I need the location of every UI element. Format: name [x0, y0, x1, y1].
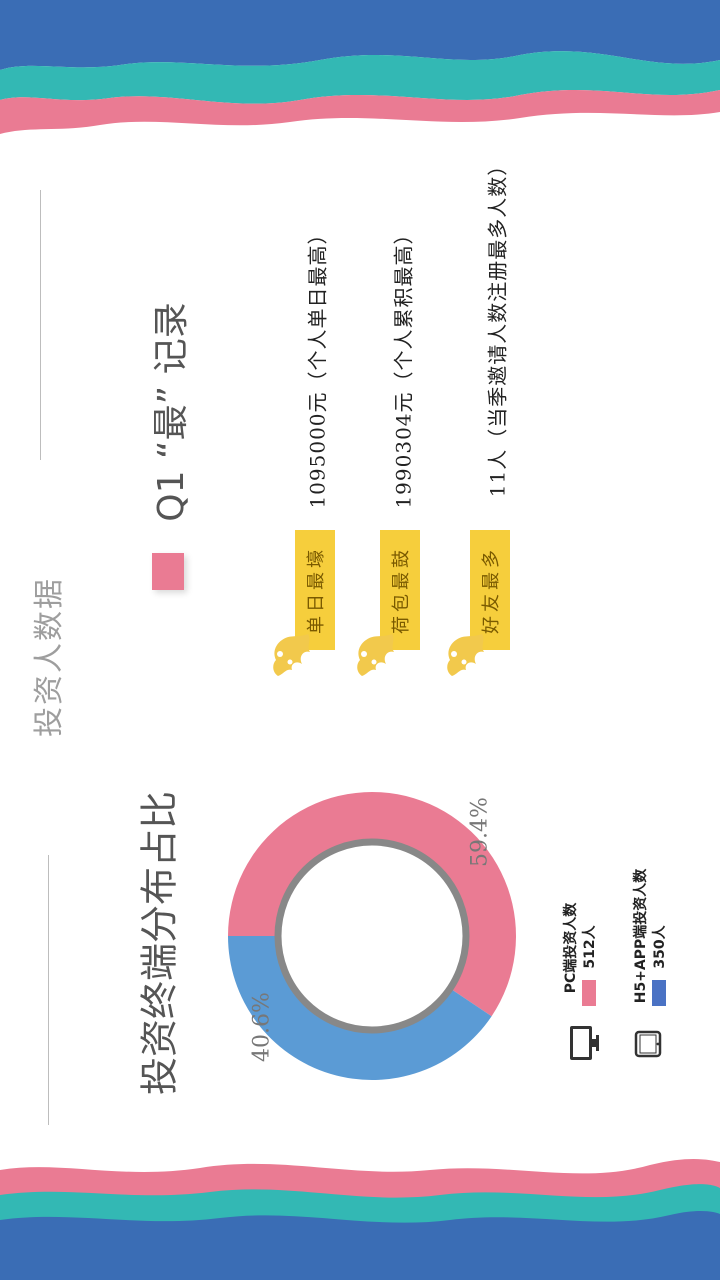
record-text-1: 1095000元（个人单日最高） [305, 223, 330, 509]
section-title: 投资人数据 [32, 577, 67, 737]
legend-swatch-pc [582, 980, 596, 1006]
monitor-icon [570, 1026, 599, 1060]
legend-swatch-h5app [652, 980, 666, 1006]
record-tag-label: 好友最多 [481, 546, 502, 634]
legend-count-h5app: 350人 [652, 925, 668, 969]
crown-icon [273, 634, 310, 676]
record-text-2: 1990304元（个人累积最高） [391, 223, 416, 509]
divider-line-bottom [48, 855, 49, 1125]
record-tag-label: 荷包最鼓 [391, 546, 412, 634]
tablet-icon [634, 1030, 662, 1058]
bottom-wave-decoration [0, 1158, 720, 1280]
record-text-3: 11人（当季邀请人数注册最多人数） [485, 154, 510, 498]
top-wave-decoration [0, 0, 720, 134]
donut-inner-ring [274, 838, 470, 1034]
pie-data-label: 40.6% [249, 992, 275, 1062]
legend-label-pc: PC端投资人数 [563, 902, 579, 994]
legend-label-h5app: H5+APP端投资人数 [633, 868, 649, 1004]
q1-square-marker [152, 553, 184, 590]
record-tag-label: 单日最壕 [306, 546, 327, 634]
crown-icon [357, 634, 394, 676]
legend-count-pc: 512人 [582, 925, 598, 969]
crown-icon [447, 634, 484, 676]
divider-line-top [40, 190, 41, 460]
chart-title: 投资终端分布占比 [137, 790, 182, 1096]
q1-title: Q1 “最” 记录 [151, 302, 192, 522]
pie-data-label: 59.4% [467, 797, 493, 867]
